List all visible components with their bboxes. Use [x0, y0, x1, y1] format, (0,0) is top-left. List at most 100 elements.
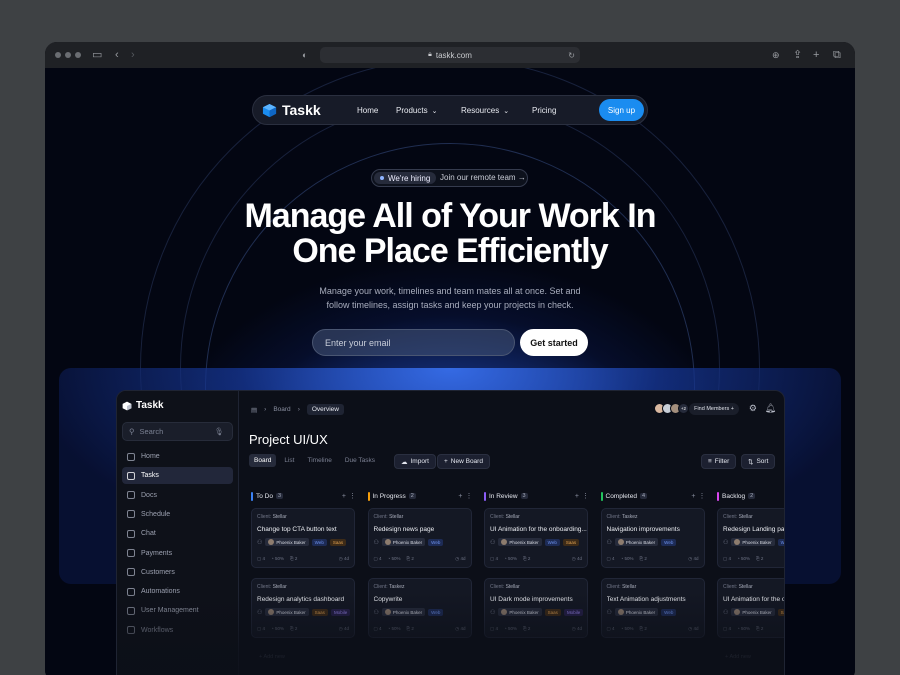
hiring-link-text[interactable]: Join our remote team → [440, 173, 526, 182]
client-name: Taskez [621, 514, 638, 520]
plus-icon[interactable]: + [575, 493, 582, 500]
import-button[interactable]: ☁ Import [394, 454, 436, 469]
sidebar-item-schedule[interactable]: Schedule [122, 506, 233, 523]
nav-pricing-link[interactable]: Pricing [532, 106, 556, 115]
nav-resources-link[interactable]: Resources ⌄ [461, 106, 509, 115]
task-card[interactable]: Client: Stellar Redesign Landing page ⚇ Pho… [717, 508, 784, 568]
new-board-button[interactable]: + New Board [437, 454, 490, 469]
maximize-dot[interactable] [75, 52, 81, 58]
find-members-button[interactable]: Find Members + [689, 403, 739, 415]
assign-user-icon[interactable]: ⚇ [723, 539, 728, 546]
avatar [384, 609, 391, 615]
tab-list[interactable]: List [279, 454, 299, 467]
tabs-overview-icon[interactable]: ⧉ [833, 48, 841, 62]
add-new-task-button[interactable]: + Add new [259, 654, 285, 660]
nav-products-link[interactable]: Products ⌄ [396, 106, 437, 115]
progress-stat: ◔ 50% [504, 626, 517, 632]
plus-icon[interactable]: + [342, 493, 349, 500]
task-card[interactable]: Client: Stellar Redesign analytics dashbo… [251, 578, 355, 638]
progress-value: 50% [741, 556, 751, 561]
task-card[interactable]: Client: Stellar UI Animation for the onbo… [484, 508, 588, 568]
sidebar-item-home[interactable]: Home [122, 448, 233, 465]
task-card[interactable]: Client: Taskez Copywrite ⚇ Phoenix Baker Web… [367, 578, 472, 638]
file-count: 2 [527, 626, 531, 631]
more-vertical-icon[interactable]: ⋮ [582, 493, 592, 500]
nav-home-link[interactable]: Home [357, 106, 378, 115]
task-card[interactable]: Client: Stellar Redesign news page ⚇ Phoeni… [367, 508, 472, 568]
column-actions[interactable]: +⋮ [575, 492, 592, 500]
breadcrumb-overview[interactable]: Overview [306, 404, 344, 415]
tab-due-tasks[interactable]: Due Tasks [340, 454, 380, 467]
sidebar-item-user-management[interactable]: User Management [122, 602, 233, 619]
back-icon[interactable]: ‹ [115, 48, 119, 62]
sidebar-item-workflows[interactable]: Workflows [122, 622, 233, 639]
member-avatars[interactable]: +2 [654, 403, 689, 414]
sidebar-item-label: Payments [141, 549, 173, 557]
assign-user-icon[interactable]: ⚇ [257, 539, 262, 546]
plus-icon[interactable]: + [458, 493, 465, 500]
address-bar[interactable]: 🔒︎ taskk.com ↻ [320, 47, 580, 63]
app-brand[interactable]: Taskk [122, 400, 164, 411]
sidebar-item-tasks[interactable]: Tasks [122, 467, 233, 485]
assign-user-icon[interactable]: ⚇ [490, 539, 495, 546]
sidebar-item-customers[interactable]: Customers [122, 564, 233, 581]
assign-user-icon[interactable]: ⚇ [374, 539, 379, 546]
close-dot[interactable] [55, 52, 61, 58]
breadcrumb-board[interactable]: Board [273, 406, 290, 413]
more-vertical-icon[interactable]: ⋮ [349, 493, 359, 500]
column-actions[interactable]: +⋮ [691, 492, 708, 500]
breadcrumb-separator-icon: › [264, 406, 267, 413]
card-meta: ⚇ Phoenix Baker Web [607, 538, 677, 546]
column-actions[interactable]: +⋮ [458, 492, 475, 500]
settings-gear-icon[interactable]: ⚙ [749, 403, 757, 414]
sidebar-search-input[interactable]: ⚲ Search 🎙︎ [122, 422, 233, 441]
sidebar-item-docs[interactable]: Docs [122, 487, 233, 504]
assign-user-icon[interactable]: ⚇ [490, 609, 495, 616]
share-icon[interactable]: ⇪ [793, 48, 802, 62]
task-card[interactable]: Client: Stellar UI Animation for the on ⚇ P… [717, 578, 784, 638]
comments-stat: ▢ 4 [490, 626, 498, 632]
sidebar-item-automations[interactable]: Automations [122, 583, 233, 600]
download-icon[interactable]: ⊕ [772, 48, 780, 62]
brand-logo[interactable]: Taskk [262, 102, 321, 118]
new-tab-icon[interactable]: + [813, 48, 819, 62]
lock-icon: 🔒︎ [428, 51, 432, 58]
tab-board[interactable]: Board [249, 454, 277, 467]
sidebar-toggle-icon[interactable]: ▭ [92, 48, 102, 62]
plus-icon[interactable]: + [691, 493, 698, 500]
filter-button[interactable]: ≡ Filter [701, 454, 737, 469]
column-actions[interactable]: +⋮ [342, 492, 359, 500]
more-vertical-icon[interactable]: ⋮ [466, 493, 476, 500]
sidebar-item-payments[interactable]: Payments [122, 545, 233, 562]
add-new-task-button[interactable]: + Add new [725, 654, 751, 660]
assign-user-icon[interactable]: ⚇ [257, 609, 262, 616]
signup-button[interactable]: Sign up [599, 99, 644, 121]
microphone-icon[interactable]: 🎙︎ [214, 427, 224, 436]
forward-icon[interactable]: › [131, 48, 135, 62]
task-card[interactable]: Client: Stellar UI Dark mode improvements… [484, 578, 588, 638]
notification-bell-icon[interactable]: 🔔︎ [765, 403, 776, 414]
minimize-dot[interactable] [65, 52, 71, 58]
sidebar-item-chat[interactable]: Chat [122, 525, 233, 542]
assign-user-icon[interactable]: ⚇ [607, 609, 612, 616]
due-stat: ◷ 4d [339, 556, 349, 562]
get-started-button[interactable]: Get started [520, 329, 588, 356]
client-name: Stellar [272, 584, 287, 590]
assign-user-icon[interactable]: ⚇ [607, 539, 612, 546]
task-card[interactable]: Client: Stellar Change top CTA button tex… [251, 508, 355, 568]
hiring-banner[interactable]: We're hiring Join our remote team → [371, 169, 528, 187]
shield-icon[interactable]: ◐ [302, 48, 307, 62]
assign-user-icon[interactable]: ⚇ [723, 609, 728, 616]
sort-button[interactable]: ⇅ Sort [741, 454, 776, 469]
task-card[interactable]: Client: Stellar Text Animation adjustment… [600, 578, 705, 638]
tag-chip: Saas [777, 608, 784, 616]
task-card[interactable]: Client: Taskez Navigation improvements ⚇ Ph… [600, 508, 705, 568]
card-client: Client: Stellar [490, 514, 520, 520]
email-input[interactable]: Enter your email [312, 329, 515, 356]
tab-timeline[interactable]: Timeline [302, 454, 336, 467]
subtitle-line-1: Manage your work, timelines and team mat… [319, 286, 581, 296]
assign-user-icon[interactable]: ⚇ [374, 609, 379, 616]
window-controls[interactable] [55, 52, 81, 58]
more-vertical-icon[interactable]: ⋮ [699, 493, 709, 500]
reload-icon[interactable]: ↻ [568, 51, 575, 60]
